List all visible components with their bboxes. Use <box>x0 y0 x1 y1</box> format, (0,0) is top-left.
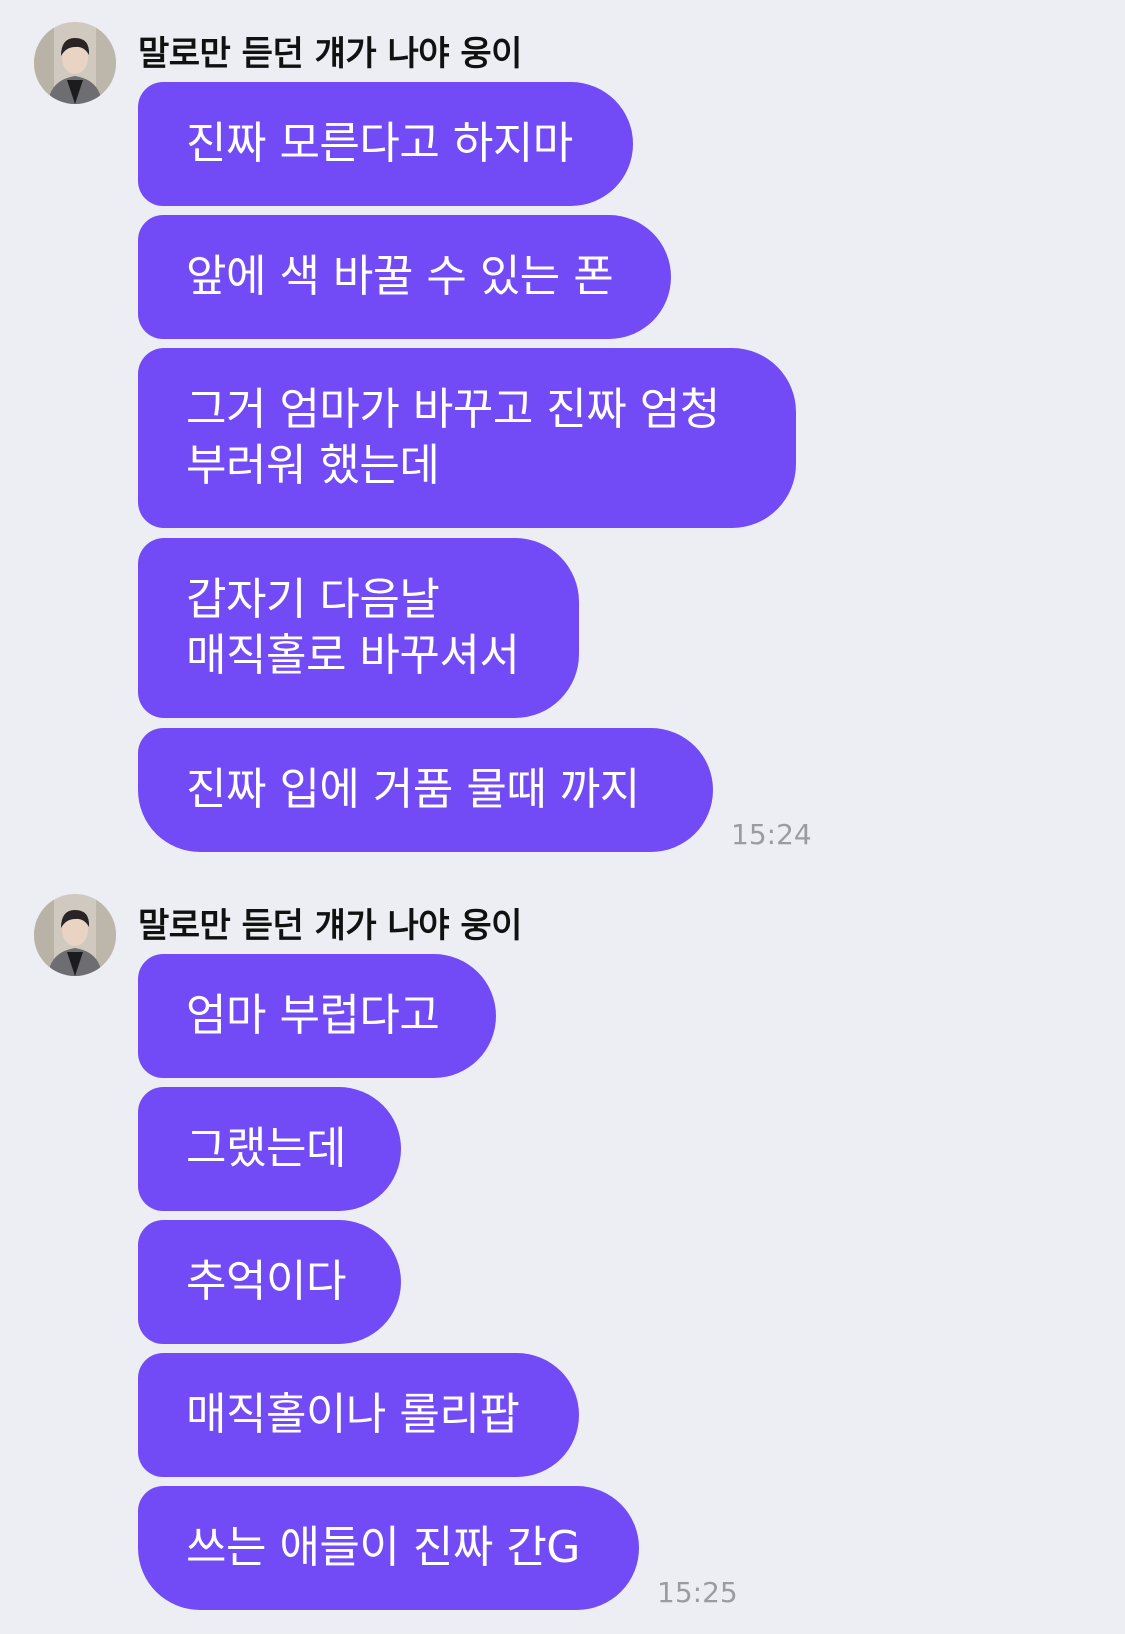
message-bubble[interactable]: 그랬는데 <box>138 1087 401 1211</box>
message-bubble[interactable]: 진짜 입에 거품 물때 까지 <box>138 728 713 852</box>
timestamp: 15:24 <box>731 818 812 851</box>
message-bubble[interactable]: 그거 엄마가 바꾸고 진짜 엄청 부러워 했는데 <box>138 348 796 528</box>
timestamp: 15:25 <box>657 1576 738 1609</box>
avatar[interactable] <box>34 894 116 976</box>
sender-name: 말로만 듣던 걔가 나야 웅이 <box>138 34 522 74</box>
message-bubble[interactable]: 매직홀이나 롤리팝 <box>138 1353 579 1477</box>
message-bubble[interactable]: 갑자기 다음날 매직홀로 바꾸셔서 <box>138 538 579 718</box>
sender-name: 말로만 듣던 걔가 나야 웅이 <box>138 906 522 946</box>
message-bubble[interactable]: 추억이다 <box>138 1220 401 1344</box>
avatar[interactable] <box>34 22 116 104</box>
profile-photo-icon <box>34 22 116 104</box>
message-bubble[interactable]: 진짜 모른다고 하지마 <box>138 82 633 206</box>
message-bubble[interactable]: 쓰는 애들이 진짜 간G <box>138 1486 639 1610</box>
profile-photo-icon <box>34 894 116 976</box>
message-bubble[interactable]: 엄마 부럽다고 <box>138 954 496 1078</box>
message-bubble[interactable]: 앞에 색 바꿀 수 있는 폰 <box>138 215 671 339</box>
